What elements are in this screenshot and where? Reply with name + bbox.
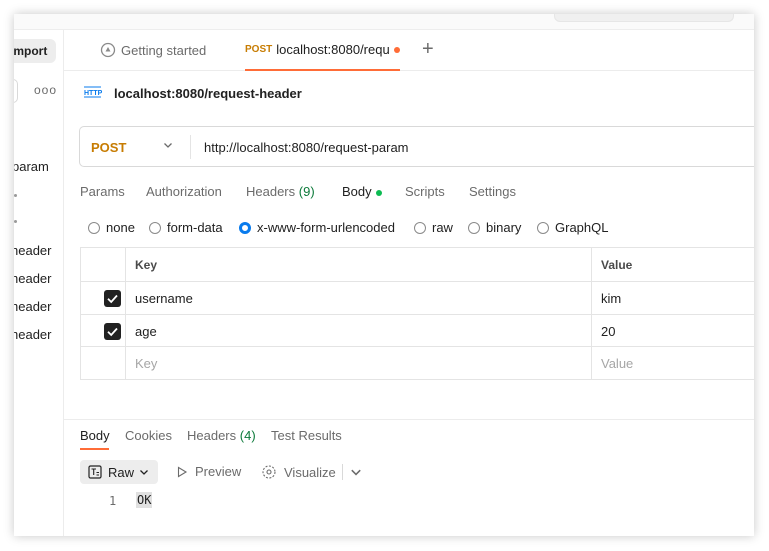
sidebar-item-request-header[interactable]: header: [14, 243, 59, 258]
new-value-input[interactable]: Value: [601, 356, 633, 371]
row-divider: [81, 281, 754, 282]
radio-circle-icon: [88, 221, 100, 234]
tab-response-headers-label: Headers: [187, 428, 237, 443]
radio-selected-icon: [239, 221, 251, 234]
sidebar-item-marker: [14, 220, 17, 223]
checkmark-icon: [107, 327, 118, 337]
new-key-input[interactable]: Key: [135, 356, 157, 371]
sidebar-item-marker: [14, 194, 17, 197]
chevron-down-icon[interactable]: [350, 466, 362, 478]
tab-headers[interactable]: Headers (9): [246, 184, 315, 199]
radio-circle-icon: [537, 221, 549, 234]
request-name[interactable]: localhost:8080/request-header: [114, 86, 302, 101]
radio-form-data[interactable]: form-data: [149, 220, 223, 235]
radio-circle-icon: [149, 221, 161, 234]
checkmark-icon: [107, 294, 118, 304]
tab-headers-label: Headers: [246, 184, 296, 199]
headers-count-badge: (9): [298, 184, 315, 199]
more-options-icon[interactable]: ooo: [34, 83, 57, 97]
tab-body-label: Body: [342, 184, 372, 199]
format-dropdown[interactable]: Raw: [80, 460, 158, 484]
radio-raw[interactable]: raw: [414, 220, 453, 235]
text-format-icon: [88, 465, 102, 479]
param-value[interactable]: 20: [601, 324, 615, 339]
svg-text:HTTP: HTTP: [84, 90, 102, 97]
new-tab-button[interactable]: +: [422, 39, 434, 59]
method-select[interactable]: POST: [91, 140, 126, 155]
radio-label: binary: [486, 220, 522, 235]
response-headers-count-badge: (4): [239, 428, 256, 443]
radio-label: form-data: [167, 220, 223, 235]
param-value[interactable]: kim: [601, 291, 621, 306]
chevron-down-icon[interactable]: [163, 140, 173, 150]
tab-scripts[interactable]: Scripts: [405, 184, 445, 199]
radio-label: GraphQL: [555, 220, 609, 235]
tab-response-cookies[interactable]: Cookies: [125, 428, 172, 443]
preview-button[interactable]: Preview: [176, 464, 241, 479]
line-number: 1: [109, 494, 117, 508]
params-table: Key Value username kim age 20 Key Value: [80, 247, 754, 380]
tab-response-body[interactable]: Body: [80, 428, 110, 443]
visualize-button[interactable]: Visualize: [261, 464, 336, 480]
radio-circle-icon: [468, 221, 480, 234]
radio-binary[interactable]: binary: [468, 220, 521, 235]
visualize-label: Visualize: [284, 464, 336, 480]
global-search-bar[interactable]: [554, 14, 734, 22]
row-divider: [81, 314, 754, 315]
tab-params[interactable]: Params: [80, 184, 125, 199]
row-divider: [81, 346, 754, 347]
column-header-value: Value: [601, 258, 633, 272]
url-bar: POST http://localhost:8080/request-param: [79, 126, 754, 167]
clock-icon: [100, 42, 116, 58]
chevron-down-icon: [140, 470, 148, 475]
response-content: OK: [136, 492, 153, 508]
active-tab-underline: [80, 448, 109, 450]
tab-body[interactable]: Body: [342, 184, 382, 199]
response-divider[interactable]: [64, 419, 754, 420]
column-header-key: Key: [135, 258, 158, 272]
tab-label: Getting started: [121, 42, 207, 58]
import-button[interactable]: Import: [14, 39, 56, 63]
radio-label: raw: [432, 220, 453, 235]
tab-test-results[interactable]: Test Results: [271, 428, 342, 443]
visualize-icon: [262, 465, 276, 479]
param-key[interactable]: age: [135, 324, 157, 339]
sidebar-item-request-header[interactable]: header: [14, 327, 59, 342]
request-tab-bar: Getting started POST localhost:8080/requ…: [64, 30, 754, 71]
tab-response-headers[interactable]: Headers (4): [187, 428, 256, 443]
play-icon: [177, 466, 188, 477]
request-title-bar: HTTP localhost:8080/request-header: [84, 85, 302, 101]
url-divider: [190, 135, 191, 159]
format-label: Raw: [108, 464, 135, 480]
tab-method-badge: POST: [245, 44, 273, 55]
radio-graphql[interactable]: GraphQL: [537, 220, 608, 235]
radio-none[interactable]: none: [88, 220, 135, 235]
app-window: Import ooo param header header header he…: [14, 14, 754, 536]
radio-label: x-www-form-urlencoded: [257, 220, 395, 235]
tab-label: localhost:8080/request-param: [276, 42, 390, 57]
toolbar-divider: [342, 464, 343, 480]
tab-getting-started[interactable]: Getting started: [100, 30, 206, 70]
radio-x-www-form-urlencoded[interactable]: x-www-form-urlencoded: [239, 220, 395, 235]
sidebar: Import ooo param header header header he…: [14, 30, 64, 536]
url-input[interactable]: http://localhost:8080/request-param: [204, 140, 409, 155]
http-icon: HTTP: [84, 86, 102, 98]
radio-circle-icon: [414, 221, 426, 234]
row-enabled-checkbox[interactable]: [104, 290, 121, 307]
body-active-dot-icon: [375, 189, 382, 196]
sidebar-item-request-param[interactable]: param: [14, 159, 60, 174]
response-toolbar: Raw Preview Visualize: [80, 460, 380, 484]
sidebar-item-request-header[interactable]: header: [14, 271, 59, 286]
tab-authorization[interactable]: Authorization: [146, 184, 222, 199]
radio-label: none: [106, 220, 135, 235]
sidebar-item-request-header[interactable]: header: [14, 299, 59, 314]
tab-active-request[interactable]: POST localhost:8080/request-param: [245, 30, 400, 71]
tab-settings[interactable]: Settings: [469, 184, 516, 199]
row-enabled-checkbox[interactable]: [104, 323, 121, 340]
preview-label: Preview: [195, 464, 242, 479]
sidebar-search-input[interactable]: [14, 79, 18, 103]
param-key[interactable]: username: [135, 291, 193, 306]
unsaved-dot-icon: [394, 46, 400, 53]
top-strip: [14, 14, 754, 30]
